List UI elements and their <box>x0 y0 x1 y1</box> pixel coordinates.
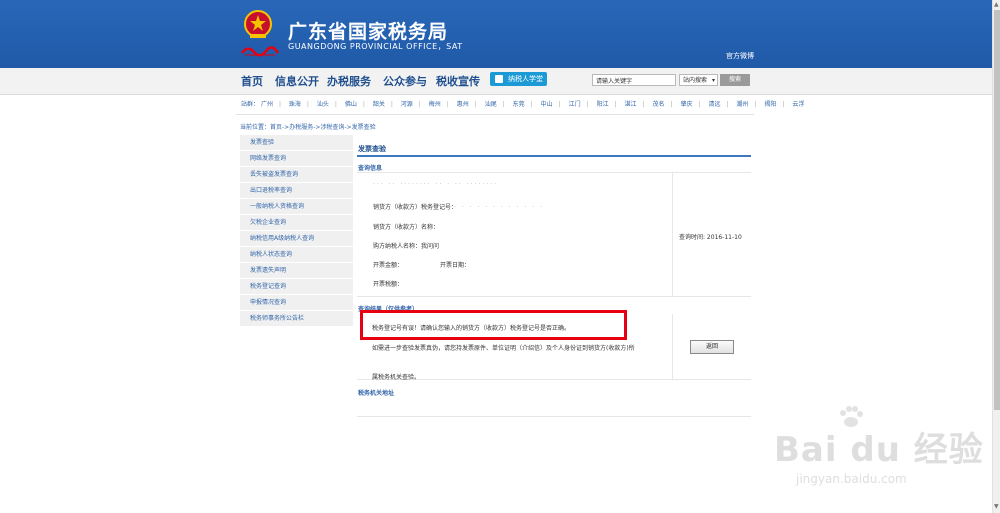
query-time: 查询时间: 2016-11-10 <box>679 234 742 241</box>
city-link[interactable]: 珠海 <box>289 101 301 108</box>
city-link[interactable]: 清远 <box>708 101 720 108</box>
taxpayer-classroom-button[interactable]: 纳税人学堂 <box>490 72 547 86</box>
city-sites-label: 站群： <box>241 101 260 108</box>
sidebar-item-invoice-check[interactable]: 发票查验 <box>240 135 353 151</box>
city-link[interactable]: 江门 <box>569 101 581 108</box>
main-nav: 首页 信息公开 办税服务 公众参与 税收宣传 纳税人学堂 站内搜索 ▾ 搜索 <box>0 68 992 95</box>
city-link[interactable]: 东莞 <box>513 101 525 108</box>
sidebar-item-taxpayer-status[interactable]: 纳税人状态查询 <box>240 247 353 263</box>
city-link[interactable]: 惠州 <box>457 101 469 108</box>
search-scope-label: 站内搜索 <box>683 77 708 84</box>
scroll-thumb[interactable] <box>994 10 1000 410</box>
national-emblem-icon <box>244 10 272 38</box>
back-button[interactable]: 返回 <box>690 340 734 354</box>
city-link[interactable]: 河源 <box>401 101 413 108</box>
divider <box>672 172 673 297</box>
sidebar-item-tax-registration[interactable]: 税务登记查询 <box>240 279 353 295</box>
city-link[interactable]: 阳江 <box>597 101 609 108</box>
sidebar-item-export-rebate[interactable]: 出口退税率查询 <box>240 183 353 199</box>
tax-office-address-heading: 税务机关地址 <box>358 390 395 397</box>
watermark-url: jingyan.baidu.com <box>796 472 907 486</box>
baidu-jingyan-watermark: Bai du 经验 jingyan.baidu.com <box>760 404 988 496</box>
invoice-amount-label: 开票金额： <box>373 262 404 269</box>
invoice-tax-label: 开票税额： <box>373 281 404 288</box>
weibo-link[interactable]: 官方微博 <box>726 51 754 61</box>
sidebar-item-declaration[interactable]: 申报情况查询 <box>240 295 353 311</box>
invoice-code-number-masked: ··· ·· ········ ·· · ·· ········ <box>373 181 499 188</box>
nav-tax-promotion[interactable]: 税收宣传 <box>436 73 480 89</box>
divider <box>236 114 754 115</box>
classroom-label: 纳税人学堂 <box>508 75 543 83</box>
sidebar-item-credit-a[interactable]: 纳税信用A级纳税人查询 <box>240 231 353 247</box>
city-link[interactable]: 汕头 <box>317 101 329 108</box>
buyer-name-row: 购方纳税人名称：我问问 <box>373 243 440 250</box>
site-header: 广东省国家税务局 GUANGDONG PROVINCIAL OFFICE，SAT… <box>0 0 992 68</box>
city-link[interactable]: 广州 <box>261 101 273 108</box>
sidebar-item-online-invoice[interactable]: 网络发票查询 <box>240 151 353 167</box>
divider <box>357 416 751 417</box>
nav-home[interactable]: 首页 <box>241 73 263 89</box>
divider <box>672 314 673 380</box>
advice-text: 如需进一步查验发票真伪，请您持发票原件、单位证明（介绍信）及个人身份证到销货方(… <box>372 345 635 352</box>
seller-registration-label: 销货方（收款方）税务登记号： <box>373 204 455 211</box>
city-sites-bar: 站群： 广州 | 珠海 | 汕头 | 佛山 | 韶关 | 河源 | 梅州 | 惠州 | 汕尾 | … <box>241 101 805 108</box>
nav-info-public[interactable]: 信息公开 <box>275 73 319 89</box>
page-title: 发票查验 <box>358 145 386 153</box>
city-link[interactable]: 茂名 <box>653 101 665 108</box>
city-link[interactable]: 韶关 <box>373 101 385 108</box>
city-link[interactable]: 云浮 <box>792 101 804 108</box>
search-scope-select[interactable]: 站内搜索 ▾ <box>679 74 718 86</box>
city-link[interactable]: 湛江 <box>625 101 637 108</box>
search-button[interactable]: 搜索 <box>720 74 750 86</box>
title-underline <box>357 155 751 157</box>
query-info-heading: 查询信息 <box>358 165 383 172</box>
watermark-brand: Bai du 经验 <box>774 430 984 470</box>
error-highlight-box <box>360 310 627 340</box>
seller-registration-value: · · · · · · · · · · · · <box>454 204 544 211</box>
site-subtitle: GUANGDONG PROVINCIAL OFFICE，SAT <box>288 42 463 51</box>
city-link[interactable]: 潮州 <box>736 101 748 108</box>
city-link[interactable]: 汕尾 <box>485 101 497 108</box>
invoice-date-label: 开票日期： <box>440 262 471 269</box>
sidebar-item-tax-agency[interactable]: 税务师事务所公告栏 <box>240 311 353 327</box>
advice-text-end: 属税务机关查验。 <box>372 374 421 381</box>
city-link[interactable]: 佛山 <box>345 101 357 108</box>
search-input[interactable] <box>592 74 676 86</box>
tax-logo-icon <box>241 46 280 57</box>
seller-name-row: 销货方（收款方）名称： <box>373 224 440 231</box>
sidebar: 发票查验 网络发票查询 丢失被盗发票查询 出口退税率查询 一般纳税人资格查询 欠… <box>240 135 353 327</box>
scroll-up-icon[interactable]: ▲ <box>994 1 999 8</box>
sidebar-item-tax-arrears[interactable]: 欠税企业查询 <box>240 215 353 231</box>
city-link[interactable]: 肇庆 <box>680 101 692 108</box>
scroll-down-icon[interactable]: ▼ <box>994 503 999 510</box>
city-link[interactable]: 梅州 <box>429 101 441 108</box>
site-title: 广东省国家税务局 <box>288 21 449 43</box>
seller-registration-row: 销货方（收款方）税务登记号：· · · · · · · · · · · · <box>373 202 544 211</box>
city-link[interactable]: 揭阳 <box>764 101 776 108</box>
sidebar-item-general-taxpayer[interactable]: 一般纳税人资格查询 <box>240 199 353 215</box>
sidebar-item-invoice-loss[interactable]: 发票遗失声明 <box>240 263 353 279</box>
sidebar-item-lost-invoice[interactable]: 丢失被盗发票查询 <box>240 167 353 183</box>
nav-public-participation[interactable]: 公众参与 <box>383 73 427 89</box>
breadcrumb[interactable]: 当前位置：首页->办税服务->涉税查询->发票查验 <box>240 122 376 131</box>
city-link[interactable]: 中山 <box>541 101 553 108</box>
vertical-scrollbar[interactable]: ▲ ▼ <box>992 0 1000 513</box>
nav-tax-service[interactable]: 办税服务 <box>327 73 371 89</box>
chevron-down-icon: ▾ <box>711 77 715 84</box>
classroom-icon <box>495 75 503 83</box>
